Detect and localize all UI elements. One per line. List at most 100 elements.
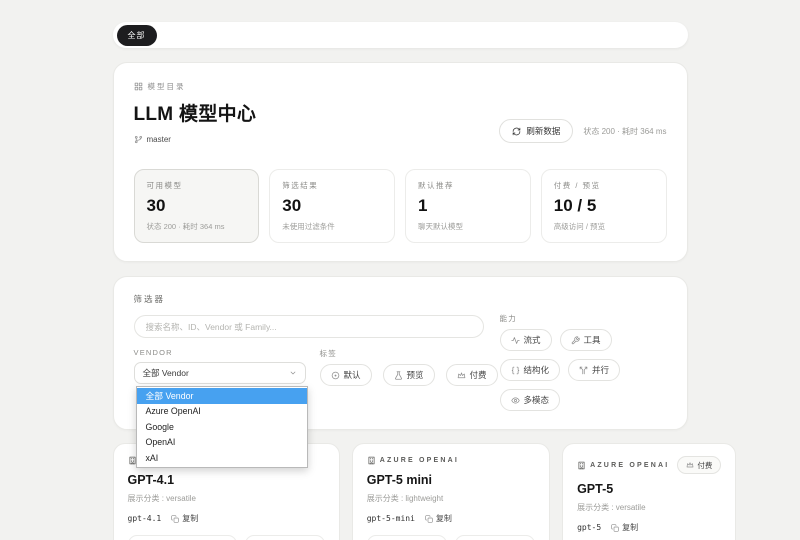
stat-default-recommended: 默认推荐 1 聊天默认模型 xyxy=(405,169,531,243)
stat-paid-preview: 付费 / 预览 10 / 5 高级访问 / 预览 xyxy=(541,169,667,243)
vendor-name: AZURE OPENAI xyxy=(380,457,459,464)
stat-sub: 聊天默认模型 xyxy=(418,221,518,232)
top-filter-bar: 全部 xyxy=(113,22,688,48)
git-branch-icon xyxy=(134,135,143,144)
stat-filtered-results: 筛选结果 30 未使用过滤条件 xyxy=(269,169,395,243)
search-input[interactable] xyxy=(134,315,484,338)
capability-label: 并行 xyxy=(592,364,609,376)
tag-label: 默认 xyxy=(344,369,361,381)
field-type: 类型 chat xyxy=(455,535,535,540)
vendor-name: AZURE OPENAI xyxy=(590,462,669,469)
copy-label: 复制 xyxy=(182,513,198,524)
catalog-eyebrow: 模型目录 xyxy=(134,81,667,92)
model-card-gpt-5-mini[interactable]: AZURE OPENAI GPT-5 mini 展示分类 : lightweig… xyxy=(352,443,550,540)
model-hub-header: 模型目录 LLM 模型中心 master 刷新数据 状态 200 · 耗时 36… xyxy=(113,62,688,262)
model-card-gpt-5[interactable]: AZURE OPENAI 付费 GPT-5 展示分类 : versatile g… xyxy=(562,443,736,540)
stat-label: 默认推荐 xyxy=(418,180,518,191)
tag-label: 付费 xyxy=(470,369,487,381)
copy-icon xyxy=(425,515,433,523)
refresh-icon xyxy=(512,127,521,136)
paid-badge: 付费 xyxy=(677,456,721,474)
capabilities-group: 能力 流式 工具 xyxy=(500,313,667,411)
model-category: 展示分类 : versatile xyxy=(577,502,721,513)
filters-panel: 筛选器 VENDOR 全部 Vendor xyxy=(113,276,688,430)
tag-label: 预览 xyxy=(407,369,424,381)
capability-streaming-pill[interactable]: 流式 xyxy=(500,329,552,351)
chevron-down-icon xyxy=(289,369,297,377)
status-text: 状态 200 · 耗时 364 ms xyxy=(583,126,666,137)
capability-parallel-pill[interactable]: 并行 xyxy=(568,359,620,381)
model-category: 展示分类 : versatile xyxy=(128,493,325,504)
vendor-option[interactable]: xAI xyxy=(137,450,307,466)
model-id: gpt-4.1 xyxy=(128,514,162,523)
eye-icon xyxy=(511,396,520,405)
branch-badge: master xyxy=(134,135,171,144)
branch-name: master xyxy=(147,135,171,144)
stat-sub: 高级访问 / 预览 xyxy=(554,221,654,232)
copy-label: 复制 xyxy=(436,513,452,524)
filters-title: 筛选器 xyxy=(134,293,667,305)
vendor-select[interactable]: 全部 Vendor xyxy=(134,362,306,384)
tags-label: 标签 xyxy=(320,348,498,359)
vendor-option[interactable]: OpenAI xyxy=(137,435,307,451)
stat-label: 筛选结果 xyxy=(282,180,382,191)
stat-available-models: 可用模型 30 状态 200 · 耗时 364 ms xyxy=(134,169,260,243)
paid-badge-label: 付费 xyxy=(697,460,712,471)
model-name: GPT-5 xyxy=(577,482,721,496)
braces-icon xyxy=(511,366,520,375)
copy-button[interactable]: 复制 xyxy=(425,513,452,524)
vendor-label: VENDOR xyxy=(134,348,306,357)
split-icon xyxy=(579,366,588,375)
vendor-option[interactable]: Google xyxy=(137,419,307,435)
filter-all-chip[interactable]: 全部 xyxy=(117,25,157,46)
model-name: GPT-4.1 xyxy=(128,473,325,487)
crown-icon xyxy=(686,461,694,469)
refresh-button[interactable]: 刷新数据 xyxy=(499,119,573,143)
vendor-option[interactable]: Azure OpenAI xyxy=(137,404,307,420)
flask-icon xyxy=(394,371,403,380)
stat-sub: 未使用过滤条件 xyxy=(282,221,382,232)
building-icon xyxy=(577,461,586,470)
catalog-grid-icon xyxy=(134,82,143,91)
vendor-option-selected[interactable]: 全部 Vendor xyxy=(137,388,307,404)
building-icon xyxy=(367,456,376,465)
stat-value: 1 xyxy=(418,196,518,216)
model-name: GPT-5 mini xyxy=(367,473,535,487)
capability-label: 多模态 xyxy=(524,394,550,406)
copy-icon xyxy=(611,524,619,532)
catalog-eyebrow-label: 模型目录 xyxy=(148,81,186,92)
stat-label: 可用模型 xyxy=(147,180,247,191)
crown-icon xyxy=(457,371,466,380)
tag-default-pill[interactable]: 默认 xyxy=(320,364,372,386)
capability-multimodal-pill[interactable]: 多模态 xyxy=(500,389,561,411)
stat-sub: 状态 200 · 耗时 364 ms xyxy=(147,221,247,232)
model-id: gpt-5-mini xyxy=(367,514,415,523)
model-category: 展示分类 : lightweight xyxy=(367,493,535,504)
refresh-label: 刷新数据 xyxy=(526,125,560,137)
wrench-icon xyxy=(571,336,580,345)
model-id: gpt-5 xyxy=(577,523,601,532)
capability-label: 结构化 xyxy=(524,364,550,376)
stat-value: 10 / 5 xyxy=(554,196,654,216)
tags-group: 标签 默认 xyxy=(320,348,498,386)
activity-wave-icon xyxy=(511,336,520,345)
stat-value: 30 xyxy=(147,196,247,216)
capability-tools-pill[interactable]: 工具 xyxy=(560,329,612,351)
field-version: 版本 gpt-4.1-2025-... xyxy=(128,535,237,540)
capability-structured-pill[interactable]: 结构化 xyxy=(500,359,561,381)
vendor-group: VENDOR 全部 Vendor 全部 Vendor xyxy=(134,348,306,386)
tag-preview-pill[interactable]: 预览 xyxy=(383,364,435,386)
field-version: 版本 gpt-5-mini xyxy=(367,535,447,540)
field-type: 类型 chat xyxy=(245,535,325,540)
header-controls: 刷新数据 状态 200 · 耗时 364 ms xyxy=(499,119,666,143)
tag-paid-pill[interactable]: 付费 xyxy=(446,364,498,386)
copy-label: 复制 xyxy=(622,522,638,533)
copy-button[interactable]: 复制 xyxy=(171,513,198,524)
vendor-select-value: 全部 Vendor xyxy=(143,367,189,379)
stat-value: 30 xyxy=(282,196,382,216)
copy-button[interactable]: 复制 xyxy=(611,522,638,533)
vendor-row: AZURE OPENAI xyxy=(577,461,669,470)
page: 全部 模型目录 LLM 模型中心 master 刷新数据 状态 200 · 耗时… xyxy=(113,0,688,540)
copy-icon xyxy=(171,515,179,523)
capability-label: 工具 xyxy=(584,334,601,346)
